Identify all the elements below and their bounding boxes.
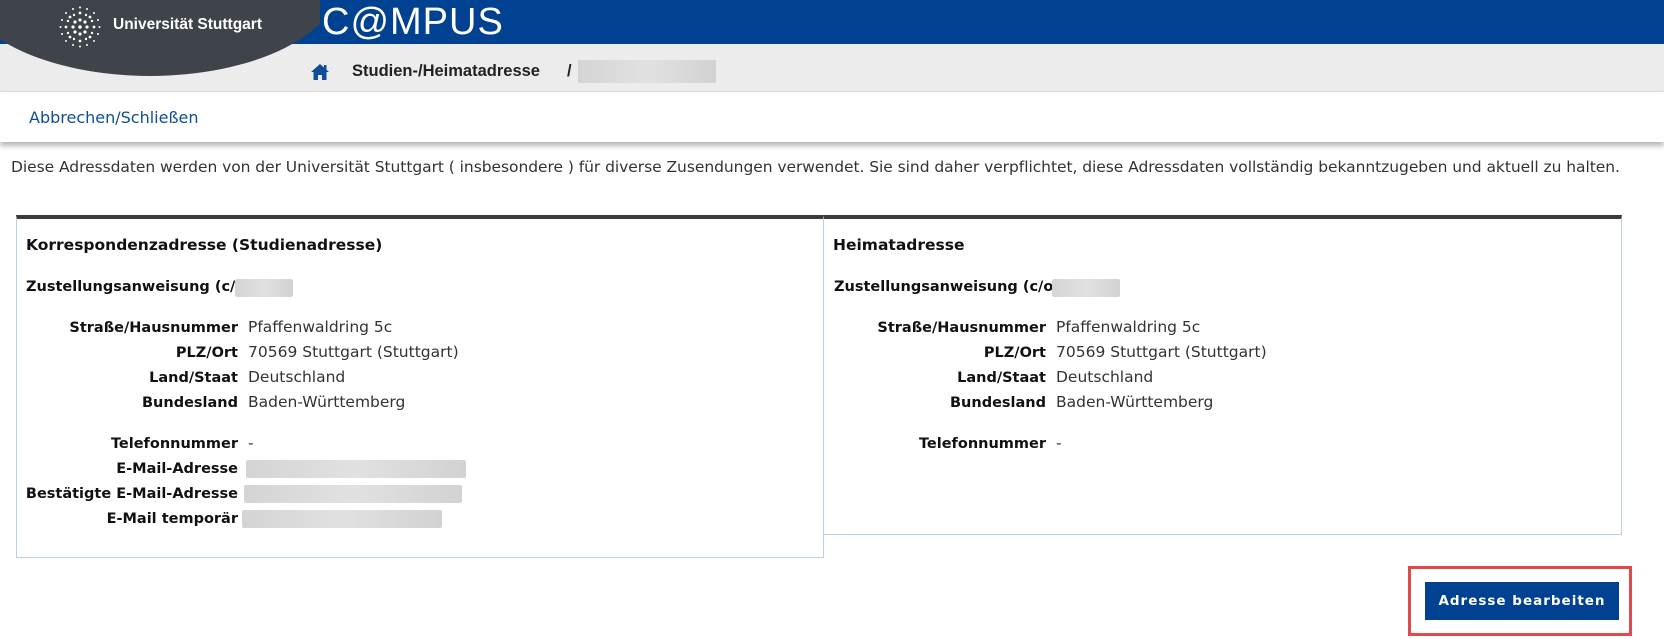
- university-seal-icon: [59, 6, 101, 48]
- phone-value: -: [1056, 434, 1062, 452]
- correspondence-address-panel: Korrespondenzadresse (Studienadresse) Zu…: [16, 215, 824, 558]
- action-bar: Abbrechen/Schließen: [0, 92, 1664, 142]
- breadcrumb-separator: /: [567, 62, 572, 80]
- home-address-panel: Heimatadresse Zustellungsanweisung (c/o)…: [823, 215, 1622, 535]
- country-value: Deutschland: [248, 368, 346, 386]
- university-name: Universität Stuttgart: [113, 16, 262, 33]
- co-label: Zustellungsanweisung (c/o): [26, 279, 252, 295]
- street-value: Pfaffenwaldring 5c: [248, 318, 393, 336]
- state-value: Baden-Württemberg: [248, 393, 406, 411]
- phone-label: Telefonnummer: [918, 436, 1046, 452]
- university-logo[interactable]: Universität Stuttgart: [0, 0, 320, 76]
- street-value: Pfaffenwaldring 5c: [1056, 318, 1201, 336]
- state-label: Bundesland: [142, 395, 238, 411]
- cancel-close-link[interactable]: Abbrechen/Schließen: [29, 108, 199, 127]
- redacted-temp-email: [242, 510, 442, 528]
- zip-city-value: 70569 Stuttgart (Stuttgart): [1056, 343, 1267, 361]
- zip-city-label: PLZ/Ort: [175, 345, 238, 361]
- country-label: Land/Staat: [149, 370, 238, 386]
- panel-title: Heimatadresse: [833, 236, 965, 254]
- redacted-name: [578, 60, 716, 83]
- country-label: Land/Staat: [957, 370, 1046, 386]
- co-label: Zustellungsanweisung (c/o): [834, 279, 1060, 295]
- app-title[interactable]: C@MPUS: [322, 1, 504, 44]
- state-label: Bundesland: [950, 395, 1046, 411]
- redacted-confirmed-email: [244, 485, 462, 503]
- phone-value: -: [248, 434, 254, 452]
- phone-label: Telefonnummer: [110, 436, 238, 452]
- confirmed-email-label: Bestätigte E-Mail-Adresse: [25, 486, 238, 502]
- country-value: Deutschland: [1056, 368, 1154, 386]
- logo-background: [0, 0, 320, 76]
- info-text: Diese Adressdaten werden von der Univers…: [11, 158, 1620, 176]
- email-label: E-Mail-Adresse: [116, 461, 238, 477]
- redacted-co: [1052, 279, 1120, 297]
- redacted-email: [246, 460, 466, 478]
- temp-email-label: E-Mail temporär: [106, 511, 238, 527]
- redacted-co: [235, 279, 293, 297]
- zip-city-label: PLZ/Ort: [983, 345, 1046, 361]
- state-value: Baden-Württemberg: [1056, 393, 1214, 411]
- breadcrumb-page: Studien-/Heimatadresse: [352, 62, 540, 80]
- street-label: Straße/Hausnummer: [69, 320, 238, 336]
- home-icon[interactable]: [310, 63, 330, 81]
- edit-address-button[interactable]: Adresse bearbeiten: [1425, 582, 1619, 620]
- street-label: Straße/Hausnummer: [877, 320, 1046, 336]
- panel-title: Korrespondenzadresse (Studienadresse): [26, 236, 383, 254]
- zip-city-value: 70569 Stuttgart (Stuttgart): [248, 343, 459, 361]
